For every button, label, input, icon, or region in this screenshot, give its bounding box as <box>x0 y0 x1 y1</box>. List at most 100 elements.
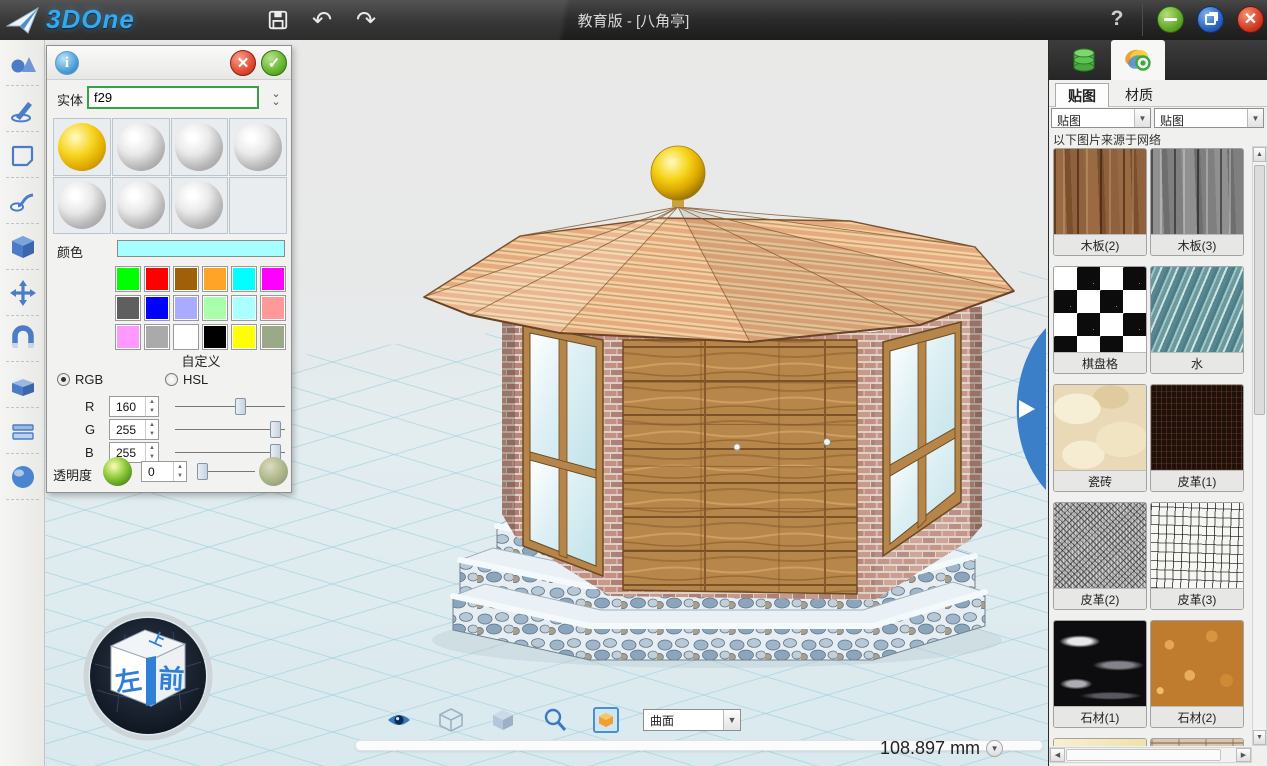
nav-cube-front-label[interactable]: 前 <box>157 663 185 694</box>
wireframe-cube-icon[interactable] <box>437 706 465 734</box>
texture-card[interactable]: 棋盘格 <box>1053 266 1147 374</box>
material-sphere[interactable] <box>171 118 229 176</box>
color-swatch[interactable] <box>115 295 141 321</box>
color-swatch[interactable] <box>144 295 170 321</box>
display-mode-icon[interactable] <box>593 707 619 733</box>
texture-filter-right-select[interactable]: 贴图 ▼ <box>1154 108 1264 128</box>
color-swatch[interactable] <box>144 266 170 292</box>
material-sphere-empty[interactable] <box>229 177 287 235</box>
opacity-slider-thumb[interactable] <box>197 463 208 480</box>
texture-card[interactable]: 皮革(3) <box>1150 502 1244 610</box>
color-swatch[interactable] <box>202 295 228 321</box>
r-slider[interactable] <box>175 396 285 417</box>
nav-cube[interactable]: 左 前 上 <box>86 614 210 738</box>
spinner-up-icon[interactable]: ▲ <box>174 462 186 472</box>
solid-cube-icon[interactable] <box>0 224 45 270</box>
color-swatch[interactable] <box>115 266 141 292</box>
color-swatch[interactable] <box>260 266 286 292</box>
rgb-radio[interactable]: RGB <box>57 372 103 387</box>
texture-card[interactable] <box>1150 738 1244 746</box>
render-sphere-icon[interactable] <box>0 454 45 500</box>
pavilion-roof[interactable] <box>424 207 1014 342</box>
gold-ball[interactable] <box>651 146 705 200</box>
cancel-button[interactable]: ✕ <box>230 50 256 76</box>
texture-card[interactable]: 石材(2) <box>1150 620 1244 728</box>
shaded-cube-icon[interactable] <box>489 706 517 734</box>
material-library-tab[interactable] <box>1111 40 1165 80</box>
save-button[interactable] <box>265 7 291 33</box>
spinner-up-icon[interactable]: ▲ <box>146 443 158 453</box>
minimize-button[interactable] <box>1157 6 1184 33</box>
move-icon[interactable] <box>0 270 45 316</box>
undo-button[interactable]: ↶ <box>309 7 335 33</box>
draw-icon[interactable] <box>0 86 45 132</box>
scroll-right-icon[interactable]: ▶ <box>1236 748 1251 762</box>
redo-button[interactable]: ↷ <box>353 7 379 33</box>
color-swatch[interactable] <box>173 266 199 292</box>
material-sphere[interactable] <box>112 118 170 176</box>
g-slider-thumb[interactable] <box>270 421 281 438</box>
scroll-up-icon[interactable]: ▲ <box>1253 147 1266 162</box>
library-database-tab[interactable] <box>1057 40 1111 80</box>
opacity-spinner[interactable]: 0 ▲▼ <box>141 461 187 482</box>
spinner-down-icon[interactable]: ▼ <box>146 430 158 440</box>
texture-card[interactable]: 木板(2) <box>1053 148 1147 256</box>
color-swatch[interactable] <box>173 324 199 350</box>
spinner-down-icon[interactable]: ▼ <box>146 407 158 417</box>
material-sphere[interactable] <box>53 177 111 235</box>
g-slider[interactable] <box>175 419 285 440</box>
texture-card[interactable]: 皮革(1) <box>1150 384 1244 492</box>
opacity-slider[interactable] <box>197 461 255 482</box>
horizontal-scrollbar[interactable]: ◀ ▶ <box>1049 747 1252 763</box>
material-sphere[interactable] <box>171 177 229 235</box>
color-swatch[interactable] <box>115 324 141 350</box>
spinner-up-icon[interactable]: ▲ <box>146 420 158 430</box>
scrollbar-thumb[interactable] <box>1254 165 1265 415</box>
expand-chevrons-icon[interactable]: ⌄⌄ <box>267 86 285 110</box>
entity-input[interactable] <box>87 86 259 109</box>
color-swatch[interactable] <box>231 295 257 321</box>
color-swatch[interactable] <box>202 324 228 350</box>
texture-card[interactable]: 石材(1) <box>1053 620 1147 728</box>
left-window[interactable] <box>523 324 603 576</box>
close-button[interactable]: ✕ <box>1237 6 1264 33</box>
tab-materials[interactable]: 材质 <box>1113 83 1165 107</box>
display-mode-select[interactable]: 曲面 ▼ <box>643 709 741 731</box>
magnet-icon[interactable] <box>0 316 45 362</box>
g-value-spinner[interactable]: 255 ▲▼ <box>109 419 159 440</box>
section-icon[interactable] <box>0 408 45 454</box>
confirm-button[interactable]: ✓ <box>261 50 287 76</box>
color-swatch[interactable] <box>173 295 199 321</box>
scroll-left-icon[interactable]: ◀ <box>1050 748 1065 762</box>
measurement-dropdown-button[interactable]: ▼ <box>986 740 1003 757</box>
hsl-radio[interactable]: HSL <box>165 372 208 387</box>
pavilion-walls[interactable] <box>502 306 982 600</box>
eye-icon[interactable] <box>385 706 413 734</box>
color-swatch[interactable] <box>202 266 228 292</box>
spinner-down-icon[interactable]: ▼ <box>174 472 186 482</box>
scroll-down-icon[interactable]: ▼ <box>1253 730 1266 745</box>
vertical-scrollbar[interactable]: ▲ ▼ <box>1252 146 1267 746</box>
texture-card[interactable]: 水 <box>1150 266 1244 374</box>
texture-filter-left-select[interactable]: 贴图 ▼ <box>1051 108 1151 128</box>
combine-icon[interactable] <box>0 362 45 408</box>
chevron-down-icon[interactable]: ▼ <box>1247 109 1263 127</box>
maximize-button[interactable] <box>1197 6 1224 33</box>
texture-card[interactable]: 瓷砖 <box>1053 384 1147 492</box>
color-swatch[interactable] <box>231 266 257 292</box>
material-sphere[interactable] <box>229 118 287 176</box>
tab-textures[interactable]: 贴图 <box>1055 83 1109 107</box>
panel-collapse-handle[interactable] <box>1017 328 1046 490</box>
primitives-icon[interactable] <box>0 40 45 86</box>
color-swatch[interactable] <box>260 295 286 321</box>
custom-color-label[interactable]: 自定义 <box>115 351 287 370</box>
nav-cube-left-label[interactable]: 左 <box>113 664 143 698</box>
material-sphere[interactable] <box>112 177 170 235</box>
zoom-icon[interactable] <box>541 706 569 734</box>
r-slider-thumb[interactable] <box>235 398 246 415</box>
spinner-up-icon[interactable]: ▲ <box>146 397 158 407</box>
scrollbar-thumb[interactable] <box>1066 749 1221 761</box>
color-swatch[interactable] <box>231 324 257 350</box>
material-sphere[interactable] <box>53 118 111 176</box>
texture-card[interactable]: 皮革(2) <box>1053 502 1147 610</box>
